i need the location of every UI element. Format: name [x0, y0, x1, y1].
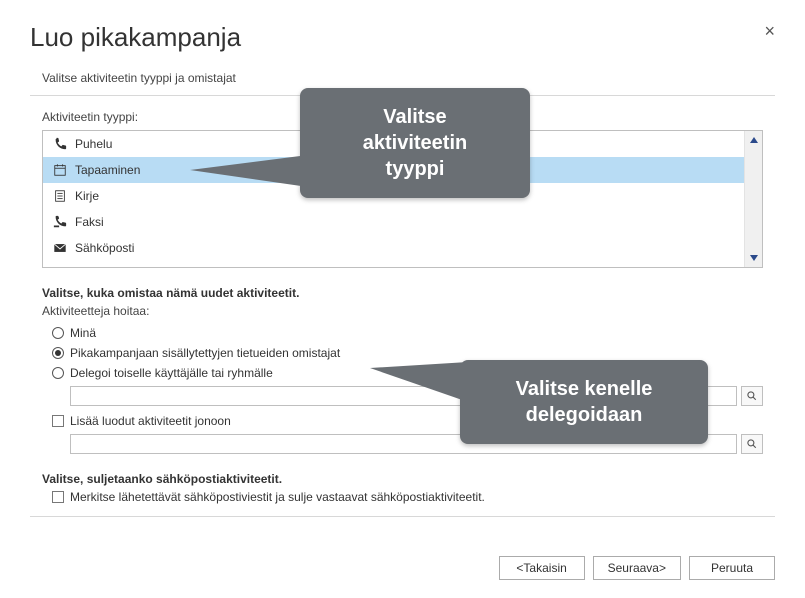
list-item-label: Sähköposti	[75, 241, 134, 255]
lookup-icon	[746, 438, 758, 450]
callout-pointer-icon	[370, 362, 470, 412]
checkbox-icon[interactable]	[52, 415, 64, 427]
radio-icon[interactable]	[52, 367, 64, 379]
mail-icon	[53, 241, 67, 255]
list-item-label: Faksi	[75, 215, 104, 229]
callout-text: Valitse kenelle delegoidaan	[516, 378, 653, 426]
cancel-button[interactable]: Peruuta	[689, 556, 775, 580]
document-icon	[53, 189, 67, 203]
divider	[30, 516, 775, 517]
queue-lookup-button[interactable]	[741, 434, 763, 454]
owner-subheading: Aktiviteetteja hoitaa:	[42, 304, 763, 318]
radio-label: Pikakampanjaan sisällytettyjen tietueide…	[70, 346, 340, 360]
radio-label: Minä	[70, 326, 96, 340]
callout-pointer-icon	[190, 155, 310, 195]
back-button[interactable]: <Takaisin	[499, 556, 585, 580]
radio-option-record-owners[interactable]: Pikakampanjaan sisällytettyjen tietueide…	[52, 346, 763, 360]
calendar-icon	[53, 163, 67, 177]
close-icon[interactable]: ×	[764, 22, 775, 40]
checkbox-icon[interactable]	[52, 491, 64, 503]
list-item-label: Tapaaminen	[75, 163, 140, 177]
radio-icon[interactable]	[52, 327, 64, 339]
checkbox-label: Lisää luodut aktiviteetit jonoon	[70, 414, 231, 428]
callout-activity-type: Valitse aktiviteetin tyyppi	[300, 88, 530, 198]
checkbox-label: Merkitse lähetettävät sähköpostiviestit …	[70, 490, 485, 504]
list-item-label: Puhelu	[75, 137, 112, 151]
radio-icon[interactable]	[52, 347, 64, 359]
fax-icon	[53, 215, 67, 229]
callout-delegate: Valitse kenelle delegoidaan	[460, 360, 708, 444]
list-item[interactable]: Sähköposti	[43, 235, 744, 261]
list-item[interactable]: Faksi	[43, 209, 744, 235]
dialog-footer: <Takaisin Seuraava> Peruuta	[499, 556, 775, 580]
scroll-up-icon[interactable]	[745, 131, 762, 149]
radio-label: Delegoi toiselle käyttäjälle tai ryhmäll…	[70, 366, 273, 380]
dialog-subtitle: Valitse aktiviteetin tyyppi ja omistajat	[42, 71, 775, 85]
phone-icon	[53, 137, 67, 151]
radio-option-me[interactable]: Minä	[52, 326, 763, 340]
callout-text: Valitse aktiviteetin tyyppi	[363, 106, 467, 180]
lookup-icon	[746, 390, 758, 402]
scrollbar-track[interactable]	[744, 131, 762, 267]
owner-heading: Valitse, kuka omistaa nämä uudet aktivit…	[42, 286, 763, 300]
next-button[interactable]: Seuraava>	[593, 556, 681, 580]
delegate-lookup-button[interactable]	[741, 386, 763, 406]
list-item-label: Kirje	[75, 189, 99, 203]
email-heading: Valitse, suljetaanko sähköpostiaktivitee…	[42, 472, 763, 486]
dialog-title: Luo pikakampanja	[30, 22, 775, 53]
scroll-down-icon[interactable]	[745, 249, 762, 267]
